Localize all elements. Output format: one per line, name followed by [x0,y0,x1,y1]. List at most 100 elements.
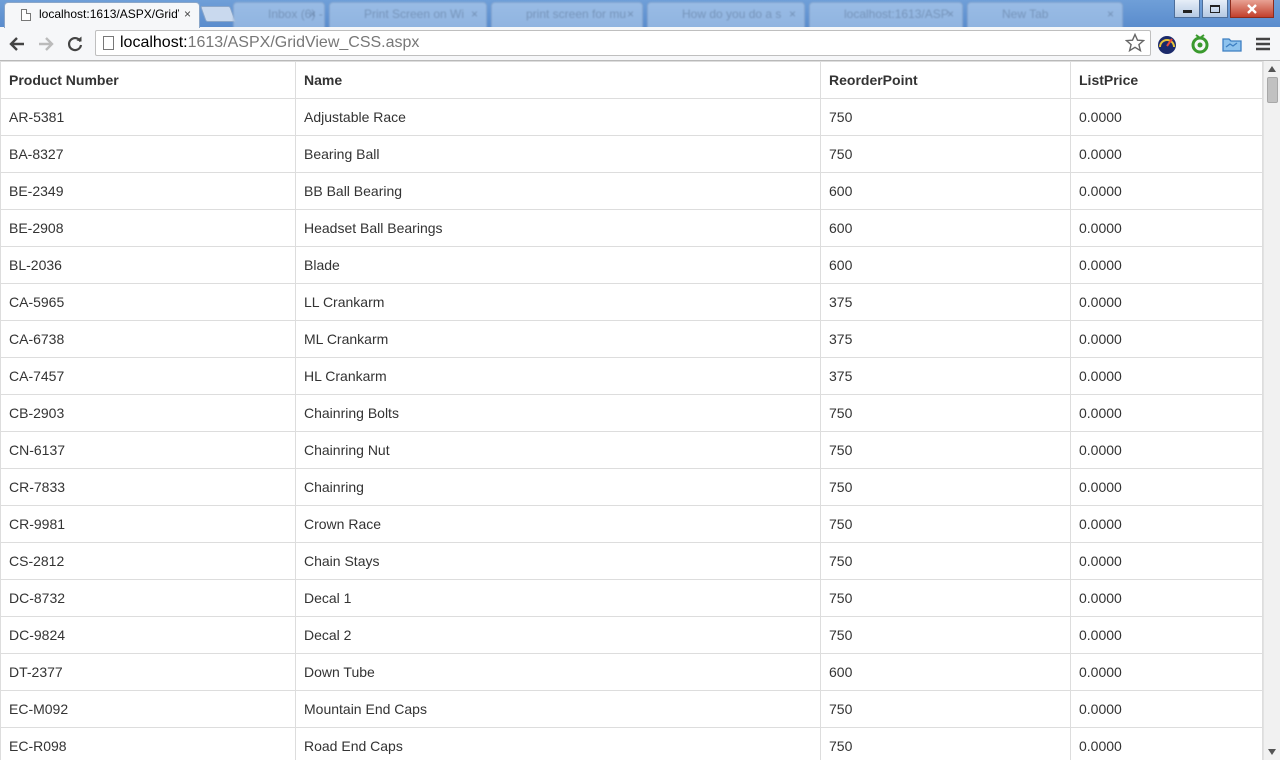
close-icon [1247,3,1257,14]
maximize-button[interactable] [1202,0,1228,18]
cell-product-number: BE-2349 [0,172,296,210]
tab-background[interactable]: print screen for mu × [491,2,643,28]
cell-name: Decal 1 [295,579,821,617]
header-product-number: Product Number [0,61,296,99]
cell-reorder-point: 750 [820,468,1071,506]
vertical-scrollbar[interactable] [1263,61,1280,760]
cell-reorder-point: 375 [820,283,1071,321]
scroll-down-arrow-icon [1268,749,1276,755]
cell-name: Chainring Bolts [295,394,821,432]
cell-product-number: EC-R098 [0,727,296,760]
forward-button[interactable] [34,32,58,56]
header-list-price: ListPrice [1070,61,1263,99]
cell-product-number: DC-8732 [0,579,296,617]
tab-close-icon[interactable]: × [947,3,954,25]
tab-active[interactable]: localhost:1613/ASPX/GridView × [4,2,200,28]
back-button[interactable] [5,32,29,56]
grid-header-row: Product Number Name ReorderPoint ListPri… [0,61,1263,99]
cell-reorder-point: 750 [820,98,1071,136]
scroll-thumb[interactable] [1267,77,1278,103]
star-icon [1125,33,1145,53]
browser-toolbar: localhost:1613/ASPX/GridView_CSS.aspx [0,27,1280,61]
extension-button[interactable] [1155,32,1179,56]
cell-list-price: 0.0000 [1070,283,1263,321]
cell-reorder-point: 750 [820,135,1071,173]
table-row: EC-R098 Road End Caps 750 0.0000 [0,727,1263,760]
tab-close-icon[interactable]: × [627,3,634,25]
cell-product-number: CA-6738 [0,320,296,358]
cell-product-number: CN-6137 [0,431,296,469]
header-name: Name [295,61,821,99]
minimize-button[interactable] [1174,0,1200,18]
table-row: CB-2903 Chainring Bolts 750 0.0000 [0,394,1263,432]
tab-close-icon[interactable]: × [184,3,191,25]
tab-background[interactable]: New Tab × [967,2,1123,28]
cell-name: Chain Stays [295,542,821,580]
scroll-up-button[interactable] [1264,61,1280,77]
menu-button[interactable] [1251,32,1275,56]
page-icon [21,9,31,21]
tab-close-icon[interactable]: × [309,3,316,25]
url-text[interactable]: localhost:1613/ASPX/GridView_CSS.aspx [120,34,419,52]
extension-button[interactable] [1220,32,1244,56]
header-reorder-point: ReorderPoint [820,61,1071,99]
tab-close-icon[interactable]: × [1107,3,1114,25]
refresh-extension-icon [1191,34,1209,54]
cell-reorder-point: 750 [820,616,1071,654]
page-icon [103,36,114,50]
cell-list-price: 0.0000 [1070,431,1263,469]
tab-background[interactable]: Print Screen on Wi × [329,2,487,28]
tab-title: New Tab [1002,7,1049,21]
tab-title: Inbox (6) - admin [268,7,324,21]
cell-name: Chainring Nut [295,431,821,469]
cell-name: HL Crankarm [295,357,821,395]
cell-product-number: DC-9824 [0,616,296,654]
tab-close-icon[interactable]: × [471,3,478,25]
table-row: DC-9824 Decal 2 750 0.0000 [0,616,1263,654]
cell-list-price: 0.0000 [1070,727,1263,760]
cell-list-price: 0.0000 [1070,246,1263,284]
reload-icon [67,36,83,52]
url-host: localhost: [120,34,188,51]
hamburger-menu-icon [1256,37,1270,51]
bookmark-star-button[interactable] [1124,32,1146,54]
cell-name: BB Ball Bearing [295,172,821,210]
cell-reorder-point: 750 [820,431,1071,469]
table-row: BE-2908 Headset Ball Bearings 600 0.0000 [0,209,1263,247]
minimize-icon [1182,10,1192,13]
scroll-down-button[interactable] [1264,744,1280,760]
product-grid: Product Number Name ReorderPoint ListPri… [0,61,1263,760]
close-window-button[interactable] [1230,0,1274,18]
cell-reorder-point: 375 [820,357,1071,395]
cell-name: Down Tube [295,653,821,691]
cell-list-price: 0.0000 [1070,209,1263,247]
cell-name: Adjustable Race [295,98,821,136]
extension-button[interactable] [1188,32,1212,56]
table-row: BA-8327 Bearing Ball 750 0.0000 [0,135,1263,173]
cell-list-price: 0.0000 [1070,135,1263,173]
table-row: CR-7833 Chainring 750 0.0000 [0,468,1263,506]
tab-close-icon[interactable]: × [789,3,796,25]
new-tab-button[interactable] [200,6,236,22]
tab-background[interactable]: localhost:1613/ASP × [809,2,963,28]
cell-list-price: 0.0000 [1070,690,1263,728]
table-row: EC-M092 Mountain End Caps 750 0.0000 [0,690,1263,728]
address-bar[interactable]: localhost:1613/ASPX/GridView_CSS.aspx [95,30,1151,56]
cell-product-number: EC-M092 [0,690,296,728]
cell-product-number: BA-8327 [0,135,296,173]
table-row: AR-5381 Adjustable Race 750 0.0000 [0,98,1263,136]
cell-list-price: 0.0000 [1070,579,1263,617]
tab-title: print screen for mu [526,7,627,21]
tab-background[interactable]: How do you do a s × [647,2,805,28]
browser-tab-strip: localhost:1613/ASPX/GridView × Inbox (6)… [0,0,1280,28]
forward-arrow-icon [39,37,54,51]
cell-product-number: BE-2908 [0,209,296,247]
cell-list-price: 0.0000 [1070,394,1263,432]
cell-reorder-point: 750 [820,505,1071,543]
folder-extension-icon [1222,38,1242,52]
scroll-up-arrow-icon [1268,66,1276,72]
tab-background[interactable]: Inbox (6) - admin × [233,2,325,28]
reload-button[interactable] [63,32,87,56]
cell-product-number: AR-5381 [0,98,296,136]
table-row: CA-7457 HL Crankarm 375 0.0000 [0,357,1263,395]
